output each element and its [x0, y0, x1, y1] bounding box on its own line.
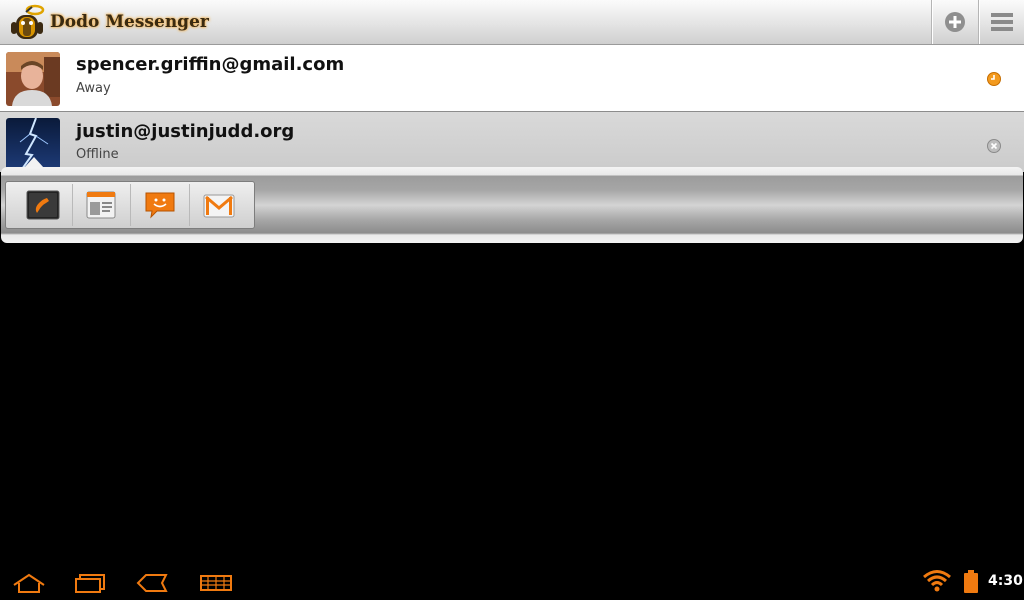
- contact-email: spencer.griffin@gmail.com: [76, 54, 345, 75]
- keyboard-icon: [200, 575, 232, 591]
- contact-details-button[interactable]: [72, 184, 131, 226]
- system-bar: 4:30: [0, 562, 1024, 600]
- address-book-icon: [86, 191, 116, 219]
- avatar: [6, 52, 60, 106]
- home-button[interactable]: [9, 570, 49, 596]
- quick-action-tray: [5, 181, 255, 229]
- battery-icon: [962, 569, 980, 595]
- app-title: Dodo Messenger: [50, 12, 209, 32]
- dodo-logo-icon: [6, 2, 48, 44]
- home-icon: [13, 573, 45, 593]
- overflow-menu-icon: [991, 13, 1013, 31]
- keyboard-button[interactable]: [196, 570, 236, 596]
- phone-icon: [26, 190, 60, 220]
- gmail-icon: [203, 194, 235, 218]
- quick-action-bar: [1, 167, 1023, 243]
- contact-row[interactable]: justin@justinjudd.org Offline: [0, 112, 1024, 172]
- contact-status: Offline: [76, 147, 119, 162]
- chat-button[interactable]: [131, 184, 190, 226]
- wifi-icon: [922, 568, 952, 594]
- offline-x-icon: [987, 138, 1001, 153]
- chat-bubble-icon: [145, 192, 175, 219]
- email-button[interactable]: [190, 184, 248, 226]
- action-bar: Dodo Messenger: [0, 0, 1024, 45]
- overflow-menu-button[interactable]: [978, 0, 1024, 44]
- add-contact-button[interactable]: [931, 0, 978, 44]
- recent-apps-icon: [75, 574, 105, 593]
- back-icon: [136, 574, 168, 592]
- away-clock-icon: [987, 71, 1001, 86]
- recent-apps-button[interactable]: [70, 570, 110, 596]
- call-button[interactable]: [14, 184, 73, 226]
- add-contact-icon: [945, 12, 965, 32]
- contact-email: justin@justinjudd.org: [76, 121, 295, 142]
- back-button[interactable]: [132, 570, 172, 596]
- clock: 4:30: [988, 573, 1023, 589]
- contact-status: Away: [76, 81, 111, 96]
- contact-row[interactable]: spencer.griffin@gmail.com Away: [0, 45, 1024, 112]
